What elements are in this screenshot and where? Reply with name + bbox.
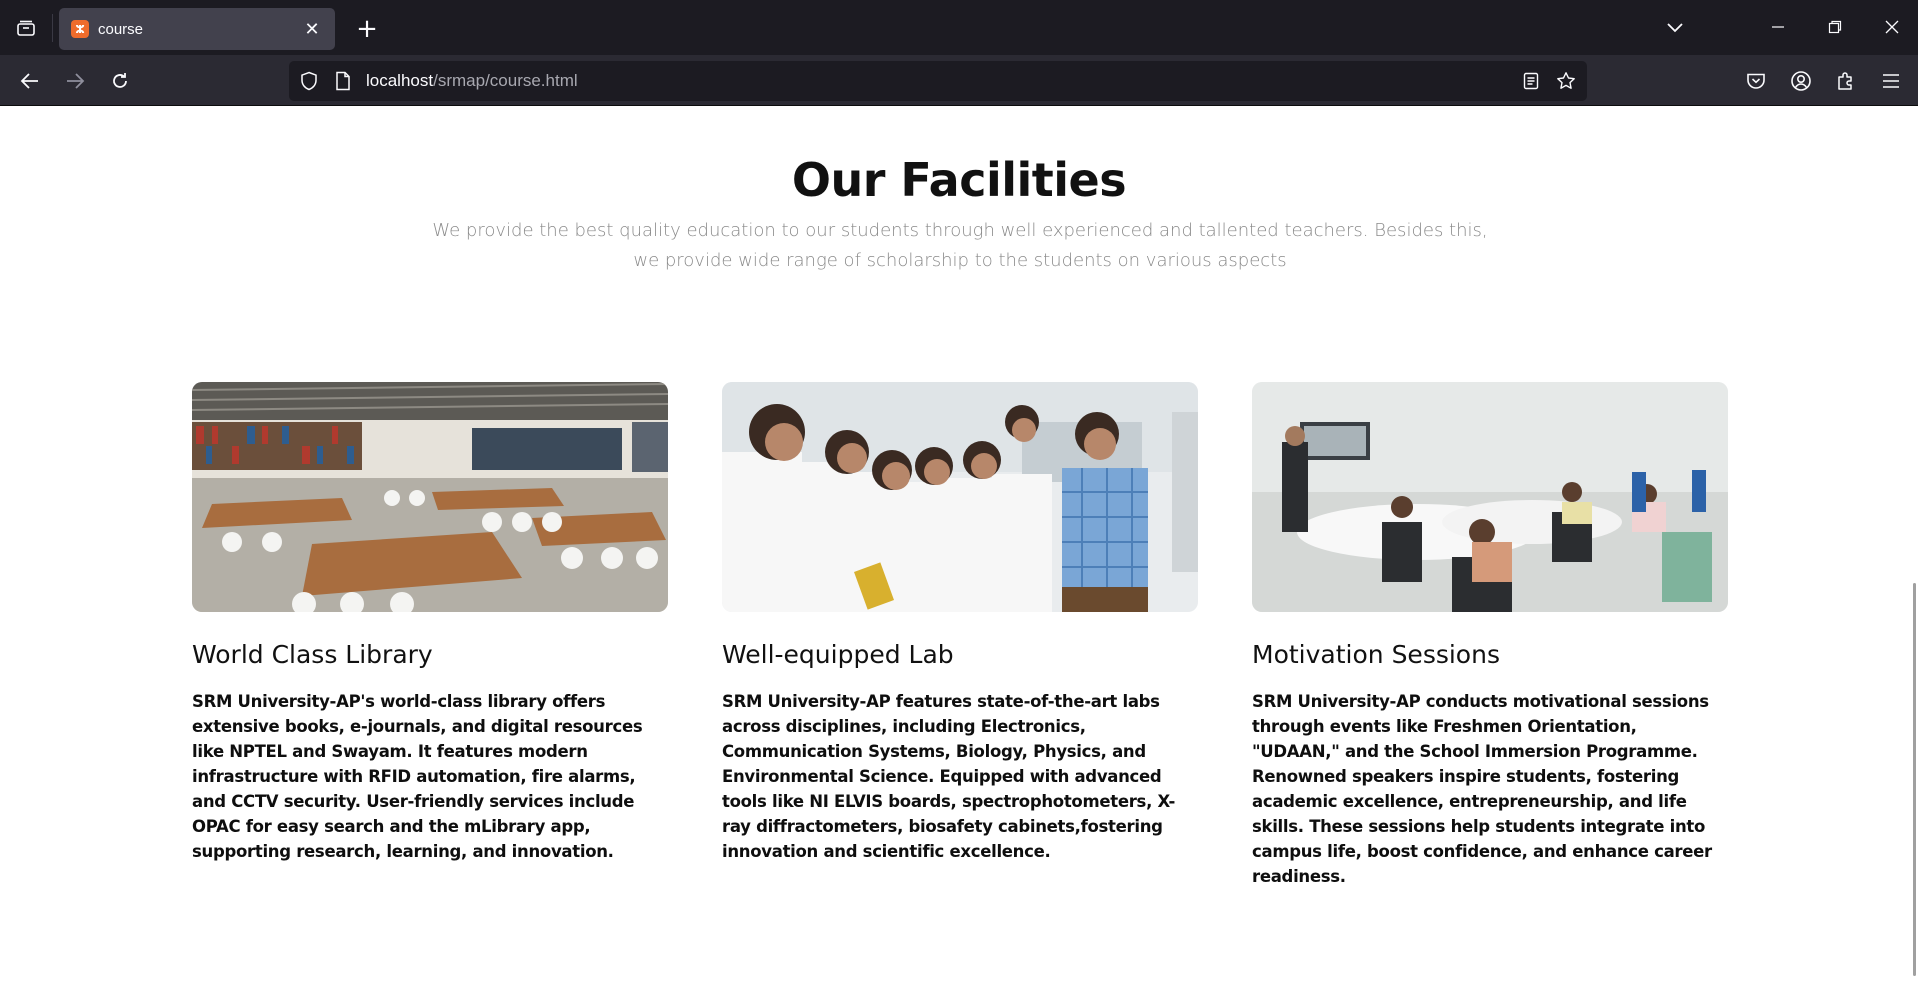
- hamburger-menu-icon[interactable]: [1873, 63, 1909, 99]
- motivation-session-photo: [1252, 382, 1728, 612]
- minimize-window-icon[interactable]: [1758, 10, 1798, 44]
- lab-photo: [722, 382, 1198, 612]
- bookmark-star-icon[interactable]: [1554, 69, 1578, 93]
- section-subtitle: We provide the best quality education to…: [432, 220, 1488, 271]
- url-path: /srmap/course.html: [433, 71, 578, 90]
- page-viewport: Our Facilities We provide the best quali…: [0, 106, 1918, 1002]
- xampp-favicon-icon: ⵣ: [71, 20, 89, 38]
- tab-separator: [52, 14, 53, 42]
- url-text[interactable]: localhost/srmap/course.html: [366, 71, 578, 91]
- address-bar[interactable]: localhost/srmap/course.html: [289, 61, 1587, 101]
- extensions-puzzle-icon[interactable]: [1828, 63, 1864, 99]
- library-photo: [192, 382, 668, 612]
- url-host: localhost: [366, 71, 434, 90]
- shield-icon[interactable]: [297, 69, 321, 93]
- reload-icon[interactable]: [102, 63, 138, 99]
- page-info-icon[interactable]: [331, 69, 355, 93]
- list-all-tabs-chevron-icon[interactable]: [1655, 10, 1695, 44]
- facility-card-motivation: Motivation Sessions SRM University-AP co…: [1252, 382, 1728, 889]
- page-scrollbar[interactable]: [1913, 583, 1916, 976]
- card-title: World Class Library: [192, 640, 433, 669]
- tab-list-icon[interactable]: [10, 14, 42, 42]
- card-title: Motivation Sessions: [1252, 640, 1500, 669]
- section-title: Our Facilities: [791, 153, 1127, 207]
- tab-title: course: [98, 20, 144, 38]
- browser-tab-bar: ⵣ course ✕ +: [0, 0, 1918, 55]
- facility-card-lab: Well-equipped Lab SRM University-AP feat…: [722, 382, 1198, 864]
- card-description: SRM University-AP's world-class library …: [192, 692, 643, 861]
- browser-tab-course[interactable]: ⵣ course ✕: [59, 8, 335, 50]
- new-tab-plus-icon[interactable]: +: [350, 12, 384, 46]
- pocket-icon[interactable]: [1738, 63, 1774, 99]
- card-description: SRM University-AP features state-of-the-…: [722, 692, 1176, 861]
- forward-arrow-icon[interactable]: [57, 63, 93, 99]
- close-window-icon[interactable]: [1872, 10, 1912, 44]
- back-arrow-icon[interactable]: [12, 63, 48, 99]
- browser-navigation-bar: localhost/srmap/course.html: [0, 55, 1918, 106]
- tab-close-icon[interactable]: ✕: [301, 19, 323, 40]
- account-icon[interactable]: [1783, 63, 1819, 99]
- reader-view-icon[interactable]: [1519, 69, 1543, 93]
- restore-window-icon[interactable]: [1815, 10, 1855, 44]
- card-title: Well-equipped Lab: [722, 640, 954, 669]
- facility-card-library: World Class Library SRM University-AP's …: [192, 382, 668, 864]
- card-description: SRM University-AP conducts motivational …: [1252, 692, 1712, 886]
